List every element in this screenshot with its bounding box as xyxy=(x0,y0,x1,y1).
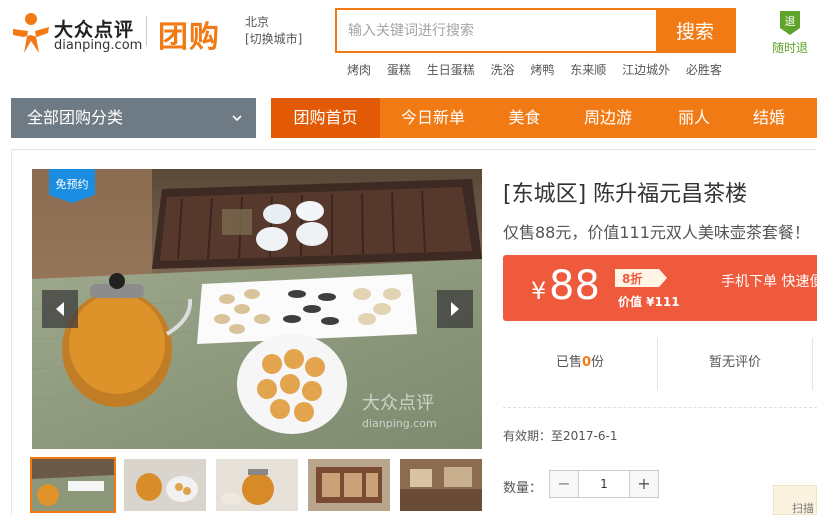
dianping-person-icon xyxy=(13,13,49,53)
deal-title: [东城区] 陈升福元昌茶楼 xyxy=(503,182,748,207)
currency-symbol: ¥ xyxy=(531,277,547,305)
refund-guarantee-label: 随时退 xyxy=(771,41,808,55)
deal-price: 88 xyxy=(549,263,600,309)
stats-divider xyxy=(812,338,813,390)
nav-item-home[interactable]: 团购首页 xyxy=(271,98,380,138)
dianping-logo[interactable]: 大众点评 dianping.com xyxy=(10,11,143,55)
thumbnail[interactable] xyxy=(30,457,116,513)
thumbnail-image xyxy=(124,459,206,511)
thumbnail-image xyxy=(216,459,298,511)
deal-subtitle: 仅售88元，价值111元双人美味壶茶套餐！ xyxy=(503,223,810,242)
price-bar: ¥ 88 8折 价值 ¥111 手机下单 快速便 xyxy=(503,255,817,321)
nav-item-food[interactable]: 美食 xyxy=(486,98,563,138)
product-title[interactable]: 团购 xyxy=(158,12,220,56)
nav-item-wedding[interactable]: 结婚 xyxy=(735,98,803,138)
quantity-decrease-button[interactable]: − xyxy=(550,471,579,497)
section-divider xyxy=(503,407,817,408)
page: 大众点评 dianping.com 团购 北京 [切换城市] 搜索 烤肉 蛋糕 … xyxy=(0,0,817,515)
tea-set-photo: 大众点评 dianping.com xyxy=(32,169,482,449)
city-selector: 北京 [切换城市] xyxy=(245,14,302,48)
hot-keyword-link[interactable]: 江边城外 xyxy=(622,63,670,77)
thumbnail[interactable] xyxy=(216,459,298,511)
nav-item-beauty[interactable]: 丽人 xyxy=(653,98,735,138)
refund-guarantee[interactable]: 退 随时退 xyxy=(767,10,813,56)
discount-label: 8折 xyxy=(622,272,643,286)
chevron-down-icon xyxy=(232,115,242,122)
all-categories-label: 全部团购分类 xyxy=(27,108,124,127)
sold-number: 0 xyxy=(581,355,592,370)
hot-keyword-link[interactable]: 洗浴 xyxy=(491,63,515,77)
thumbnail[interactable] xyxy=(400,459,482,511)
logo-domain-text: dianping.com xyxy=(54,38,143,53)
watermark-en: dianping.com xyxy=(362,417,437,430)
chevron-right-icon xyxy=(451,302,459,316)
thumbnail[interactable] xyxy=(308,459,390,511)
validity-period: 有效期：至2017-6-1 xyxy=(503,429,618,443)
search-input[interactable] xyxy=(337,10,658,51)
main-deal-photo[interactable]: 大众点评 dianping.com xyxy=(32,169,482,449)
refund-icon-char: 退 xyxy=(785,15,796,28)
thumbnail[interactable] xyxy=(124,459,206,511)
chevron-left-icon xyxy=(56,302,64,316)
refund-shield-icon: 退 xyxy=(780,11,800,35)
switch-city-link[interactable]: [切换城市] xyxy=(245,31,302,48)
search-box: 搜索 xyxy=(335,8,736,53)
thumbnail-image xyxy=(308,459,390,511)
current-city: 北京 xyxy=(245,15,270,29)
quantity-input[interactable] xyxy=(580,471,628,497)
nav-item-new-today[interactable]: 今日新单 xyxy=(380,98,486,138)
hot-keyword-link[interactable]: 必胜客 xyxy=(686,63,722,77)
watermark-cn: 大众点评 xyxy=(362,393,434,414)
logo-divider xyxy=(146,16,147,46)
badge-ribbon-icon: 免预约 xyxy=(49,169,95,203)
hot-keywords: 烤肉 蛋糕 生日蛋糕 洗浴 烤鸭 东来顺 江边城外 必胜客 xyxy=(347,61,734,78)
all-categories-menu[interactable]: 全部团购分类 xyxy=(11,98,256,138)
main-nav: 团购首页 今日新单 美食 周边游 丽人 结婚 xyxy=(271,98,817,138)
review-status[interactable]: 暂无评价 xyxy=(658,338,812,390)
no-reservation-badge: 免预约 xyxy=(49,169,95,203)
nav-item-nearby-trips[interactable]: 周边游 xyxy=(563,98,653,138)
mobile-order-link[interactable]: 手机下单 快速便 xyxy=(721,271,817,291)
hot-keyword-link[interactable]: 烤肉 xyxy=(347,63,371,77)
thumbnail-image xyxy=(400,459,482,511)
deal-stats: 已售0份 暂无评价 xyxy=(503,338,817,390)
search-button[interactable]: 搜索 xyxy=(656,10,734,51)
quantity-increase-button[interactable]: + xyxy=(629,471,658,497)
quantity-stepper: − + xyxy=(549,470,659,498)
sold-prefix: 已售 xyxy=(555,355,582,370)
quantity-label: 数量： xyxy=(503,481,543,496)
hot-keyword-link[interactable]: 烤鸭 xyxy=(530,63,554,77)
badge-label: 免预约 xyxy=(56,177,89,191)
original-price: 价值 ¥111 xyxy=(618,295,680,309)
hot-keyword-link[interactable]: 东来顺 xyxy=(570,63,606,77)
prev-photo-button[interactable] xyxy=(42,290,78,328)
scan-qr-float[interactable]: 扫描 xyxy=(773,485,817,515)
sold-suffix: 份 xyxy=(591,355,605,370)
sold-count: 已售0份 xyxy=(503,338,657,390)
hot-keyword-link[interactable]: 生日蛋糕 xyxy=(427,63,475,77)
hot-keyword-link[interactable]: 蛋糕 xyxy=(387,63,411,77)
scan-qr-label: 扫描 xyxy=(792,502,814,515)
next-photo-button[interactable] xyxy=(437,290,473,328)
thumbnail-image xyxy=(32,459,114,511)
